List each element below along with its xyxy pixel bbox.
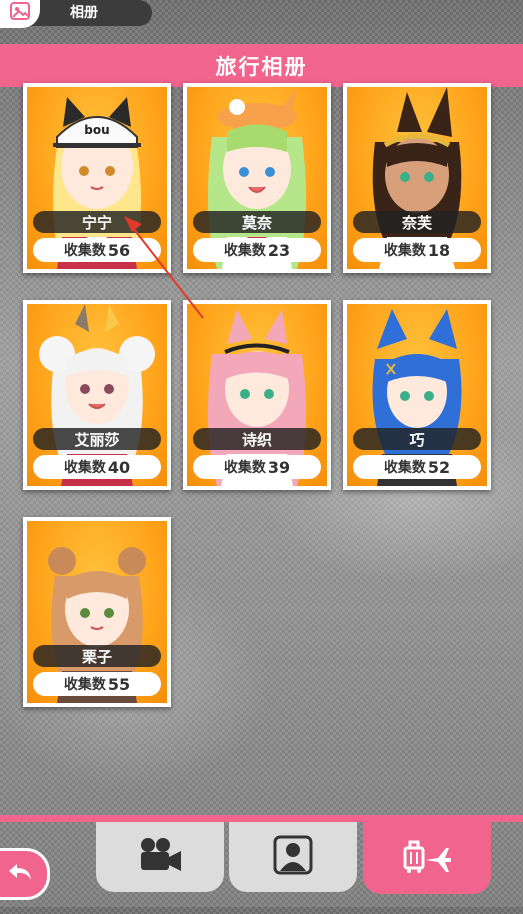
count-value: 39 <box>267 457 291 477</box>
count-value: 52 <box>427 457 451 477</box>
tab-character[interactable] <box>229 822 357 892</box>
back-arrow-icon <box>7 860 35 888</box>
collection-count: 收集数 39 <box>193 455 321 479</box>
collection-count: 收集数 18 <box>353 238 481 262</box>
count-label: 收集数 <box>223 243 266 259</box>
count-label: 收集数 <box>63 243 106 259</box>
count-label: 收集数 <box>383 460 426 476</box>
count-label: 收集数 <box>383 243 426 259</box>
count-label: 收集数 <box>63 460 106 476</box>
count-value: 23 <box>267 240 291 260</box>
album-card-qiao[interactable]: 巧 收集数 52 <box>343 300 491 490</box>
album-card-shiori[interactable]: 诗织 收集数 39 <box>183 300 331 490</box>
album-card-lizi[interactable]: 栗子 收集数 55 <box>23 517 171 707</box>
svg-text:bou: bou <box>84 123 109 137</box>
album-card-monai[interactable]: 莫奈 收集数 23 <box>183 83 331 273</box>
character-name: 艾丽莎 <box>33 428 161 450</box>
count-value: 55 <box>107 674 131 694</box>
tab-travel-album[interactable] <box>363 822 491 894</box>
character-name: 莫奈 <box>193 211 321 233</box>
album-card-naifu[interactable]: 奈芙 收集数 18 <box>343 83 491 273</box>
travel-luggage-plane-icon <box>402 838 452 878</box>
count-value: 40 <box>107 457 131 477</box>
character-name: 宁宁 <box>33 211 161 233</box>
album-card-ningning[interactable]: bou 宁宁 收集数 56 <box>23 83 171 273</box>
collection-count: 收集数 52 <box>353 455 481 479</box>
collection-count: 收集数 55 <box>33 672 161 696</box>
back-button[interactable] <box>0 848 50 900</box>
count-label: 收集数 <box>223 460 266 476</box>
album-card-alisha[interactable]: 艾丽莎 收集数 40 <box>23 300 171 490</box>
page-title: 旅行相册 <box>0 44 523 87</box>
count-label: 收集数 <box>63 677 106 693</box>
character-name: 栗子 <box>33 645 161 667</box>
character-name: 诗织 <box>193 428 321 450</box>
character-name: 巧 <box>353 428 481 450</box>
collection-count: 收集数 56 <box>33 238 161 262</box>
album-icon[interactable] <box>0 0 40 28</box>
count-value: 56 <box>107 240 131 260</box>
tab-video[interactable] <box>96 822 224 892</box>
character-name: 奈芙 <box>353 211 481 233</box>
count-value: 18 <box>427 240 451 260</box>
collection-count: 收集数 40 <box>33 455 161 479</box>
collection-count: 收集数 23 <box>193 238 321 262</box>
top-bar: 相册 <box>0 0 152 28</box>
album-grid: bou 宁宁 收集数 56 莫奈 收集数 23 奈芙 收集数 18 艾丽莎 收集… <box>0 83 523 727</box>
top-bar-title: 相册 <box>70 5 98 21</box>
person-icon <box>273 835 313 879</box>
video-camera-icon <box>137 836 183 878</box>
